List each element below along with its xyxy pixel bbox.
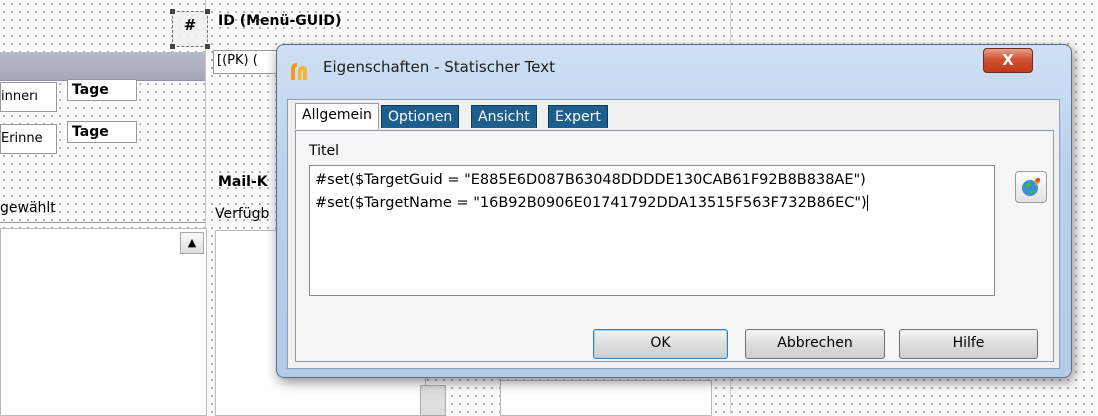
verfuegbar-label: Verfügb	[215, 206, 270, 222]
section-header-bar	[0, 52, 205, 81]
expression-editor-button[interactable]	[1015, 171, 1047, 203]
mail-label: Mail-K	[218, 174, 268, 190]
selected-label: gewählt	[0, 200, 56, 216]
reminder-field-1[interactable]: innerı	[0, 82, 57, 112]
expression-editor-icon	[1022, 177, 1041, 196]
resize-handle[interactable]	[205, 9, 210, 14]
tab-page-allgemein: Titel #set($TargetGuid = "E885E6D087B630…	[295, 130, 1054, 362]
cancel-button[interactable]: Abbrechen	[745, 329, 885, 359]
properties-dialog: Eigenschaften - Statischer Text X Allgem…	[276, 44, 1072, 378]
titel-label: Titel	[309, 143, 340, 159]
resize-handle[interactable]	[205, 44, 210, 49]
scroll-up-button[interactable]: ▲	[180, 232, 204, 254]
scroll-track[interactable]	[420, 385, 446, 416]
tab-ansicht[interactable]: Ansicht	[471, 105, 537, 128]
close-button[interactable]: X	[983, 48, 1033, 73]
text-line-2: #set($TargetName = "16B92B0906E01741792D…	[315, 195, 868, 211]
help-button[interactable]: Hilfe	[899, 329, 1038, 359]
divider	[0, 222, 205, 223]
close-icon: X	[1002, 51, 1014, 69]
selected-list-panel[interactable]	[0, 228, 207, 416]
list-panel[interactable]	[500, 380, 712, 416]
text-caret	[866, 195, 868, 211]
hash-label: #	[183, 16, 197, 34]
tab-expert[interactable]: Expert	[548, 105, 608, 128]
tab-allgemein[interactable]: Allgemein	[295, 103, 379, 129]
chevron-up-icon: ▲	[187, 236, 197, 249]
ok-button[interactable]: OK	[593, 329, 728, 359]
resize-handle[interactable]	[170, 44, 175, 49]
titel-textarea[interactable]: #set($TargetGuid = "E885E6D087B63048DDDD…	[309, 165, 995, 296]
tab-optionen[interactable]: Optionen	[381, 105, 460, 128]
hash-field[interactable]: #	[170, 9, 210, 49]
tage-label-2: Tage	[67, 121, 137, 143]
id-column-header: ID (Menü-GUID)	[218, 13, 342, 29]
dialog-client: Allgemein Optionen Ansicht Expert Titel …	[287, 99, 1060, 369]
dialog-title: Eigenschaften - Statischer Text	[323, 58, 555, 76]
tage-label-1: Tage	[67, 79, 137, 101]
app-logo-icon	[289, 61, 309, 81]
reminder-field-2[interactable]: Erinne	[0, 124, 57, 154]
resize-handle[interactable]	[170, 9, 175, 14]
text-line-1: #set($TargetGuid = "E885E6D087B63048DDDD…	[315, 172, 866, 188]
